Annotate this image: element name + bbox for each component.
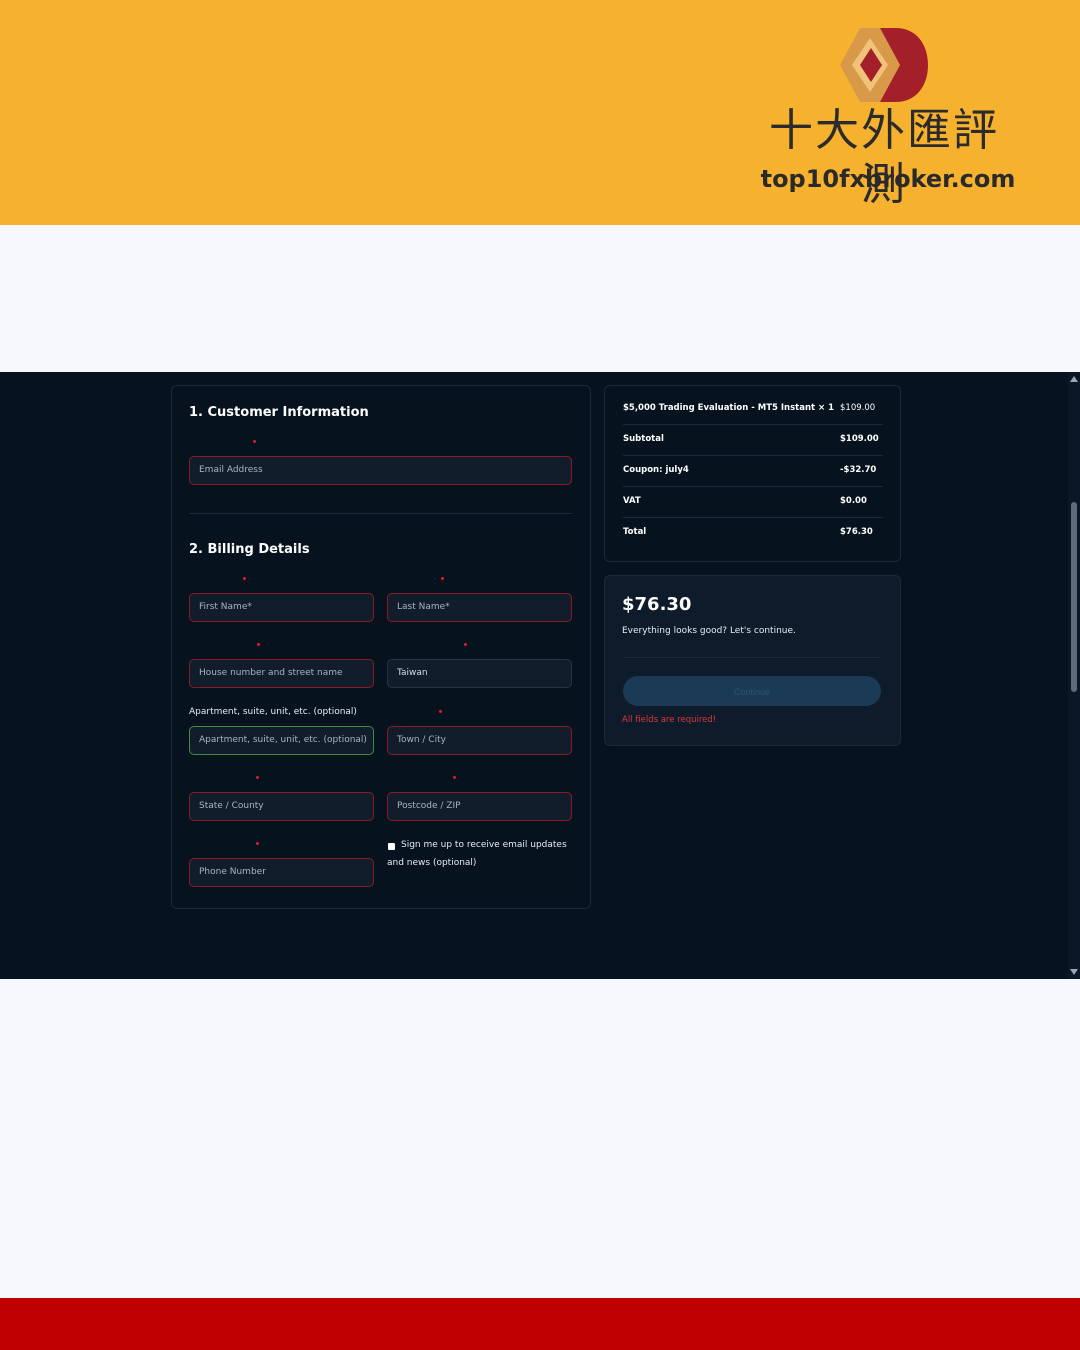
page-scrollbar[interactable] <box>1068 372 1080 979</box>
required-indicator <box>464 643 467 646</box>
required-indicator <box>257 643 260 646</box>
apartment-field[interactable]: Apartment, suite, unit, etc. (optional) <box>189 726 374 755</box>
total-label: Total <box>623 527 647 537</box>
validation-error: All fields are required! <box>622 715 717 725</box>
order-item-label: $5,000 Trading Evaluation - MT5 Instant … <box>623 403 835 413</box>
payment-amount: $76.30 <box>622 594 692 615</box>
phone-field[interactable]: Phone Number <box>189 858 374 887</box>
street-address-field[interactable]: House number and street name <box>189 659 374 688</box>
coupon-value: -$32.70 <box>840 465 877 475</box>
footer-band <box>0 1298 1080 1350</box>
scroll-up-icon[interactable] <box>1070 376 1078 382</box>
subtotal-row: Subtotal $109.00 <box>623 425 883 456</box>
total-row: Total $76.30 <box>623 518 883 548</box>
payment-note: Everything looks good? Let's continue. <box>622 626 796 636</box>
subtotal-value: $109.00 <box>840 434 879 444</box>
payment-panel: $76.30 Everything looks good? Let's cont… <box>604 575 901 746</box>
required-indicator <box>256 842 259 845</box>
continue-button[interactable]: Continue <box>623 676 881 706</box>
scroll-down-icon[interactable] <box>1070 969 1078 975</box>
order-summary-panel: $5,000 Trading Evaluation - MT5 Instant … <box>604 385 901 562</box>
section-divider <box>189 513 572 514</box>
state-field[interactable]: State / County <box>189 792 374 821</box>
subtotal-label: Subtotal <box>623 434 664 444</box>
checkout-form-panel: 1. Customer Information Email Address 2.… <box>171 385 591 909</box>
payment-divider <box>623 657 881 658</box>
city-field[interactable]: Town / City <box>387 726 572 755</box>
vat-label: VAT <box>623 496 641 506</box>
order-item-price: $109.00 <box>840 403 876 413</box>
last-name-field[interactable]: Last Name* <box>387 593 572 622</box>
required-indicator <box>441 577 444 580</box>
total-value: $76.30 <box>840 527 873 537</box>
brand-logo-icon <box>840 28 928 102</box>
first-name-field[interactable]: First Name* <box>189 593 374 622</box>
customer-info-title: 1. Customer Information <box>189 405 369 420</box>
required-indicator <box>453 776 456 779</box>
required-indicator <box>439 710 442 713</box>
scroll-thumb[interactable] <box>1071 502 1077 692</box>
apartment-label: Apartment, suite, unit, etc. (optional) <box>189 707 357 717</box>
brand-url: top10fxbroker.com <box>760 165 1016 193</box>
postcode-field[interactable]: Postcode / ZIP <box>387 792 572 821</box>
required-indicator <box>256 776 259 779</box>
required-indicator <box>243 577 246 580</box>
vat-row: VAT $0.00 <box>623 487 883 518</box>
checkout-screen: 1. Customer Information Email Address 2.… <box>0 372 1080 979</box>
required-indicator <box>253 440 256 443</box>
vat-value: $0.00 <box>840 496 867 506</box>
brand-banner: 十大外匯評測 top10fxbroker.com <box>0 0 1080 225</box>
brand-name-cn: 十大外匯評測 <box>769 105 999 210</box>
billing-details-title: 2. Billing Details <box>189 542 310 557</box>
email-field[interactable]: Email Address <box>189 456 572 485</box>
order-item-row: $5,000 Trading Evaluation - MT5 Instant … <box>623 394 883 425</box>
coupon-label: Coupon: july4 <box>623 465 689 475</box>
country-select[interactable]: Taiwan <box>387 659 572 688</box>
coupon-row: Coupon: july4 -$32.70 <box>623 456 883 487</box>
newsletter-label: Sign me up to receive email updates and … <box>387 840 567 868</box>
